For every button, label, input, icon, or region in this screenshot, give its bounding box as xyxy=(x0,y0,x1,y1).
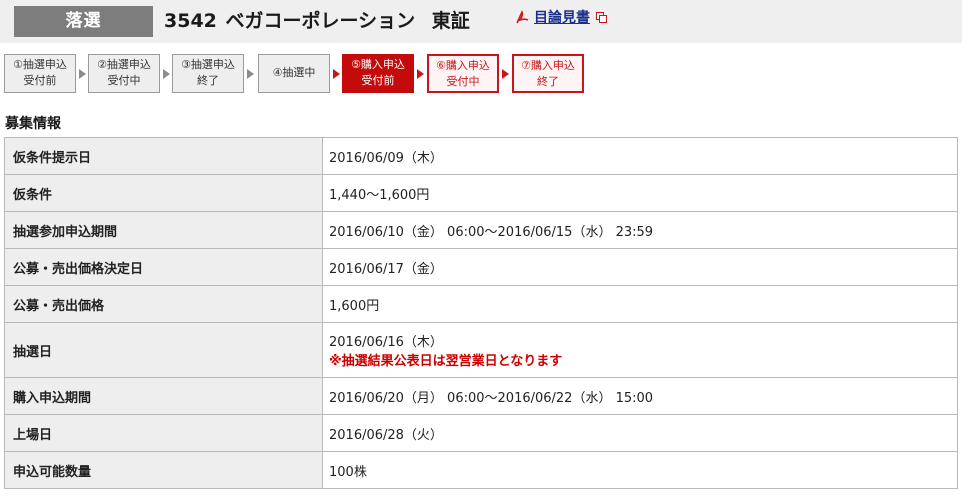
row-label: 抽選日 xyxy=(4,322,323,378)
prospectus-link[interactable]: 目論見書 xyxy=(534,7,590,27)
step-arrow-icon xyxy=(163,69,170,79)
page-title: 3542 ベガコーポレーション 東証 xyxy=(164,8,470,34)
row-label: 仮条件提示日 xyxy=(4,137,323,175)
table-row: 仮条件 1,440～1,600円 xyxy=(4,174,958,212)
table-row: 購入申込期間 2016/06/20（月） 06:00～2016/06/22（水） … xyxy=(4,377,958,415)
step-4: ④抽選中 xyxy=(258,54,330,93)
table-row: 抽選参加申込期間 2016/06/10（金） 06:00～2016/06/15（水… xyxy=(4,211,958,249)
prospectus-link-group[interactable]: 目論見書 xyxy=(515,6,607,28)
row-value: 2016/06/16（木） xyxy=(329,335,443,350)
row-value: 100株 xyxy=(329,464,367,480)
row-value-cell: 2016/06/28（火） xyxy=(322,414,958,452)
row-label: 上場日 xyxy=(4,414,323,452)
step-arrow-icon xyxy=(247,69,254,79)
row-label: 仮条件 xyxy=(4,174,323,212)
pdf-icon[interactable] xyxy=(515,9,530,25)
step-label: ⑥購入申込 xyxy=(436,59,490,72)
row-label: 抽選参加申込期間 xyxy=(4,211,323,249)
table-row: 申込可能数量 100株 xyxy=(4,451,958,489)
row-value: 2016/06/28（火） xyxy=(329,427,443,443)
row-value-cell: 100株 xyxy=(322,451,958,489)
step-arrow-icon xyxy=(333,69,340,79)
section-title: 募集情報 xyxy=(5,116,61,132)
row-value-cell: 1,440～1,600円 xyxy=(322,174,958,212)
header-bar: 落選 3542 ベガコーポレーション 東証 目論見書 xyxy=(0,0,962,43)
row-label: 公募・売出価格決定日 xyxy=(4,248,323,286)
step-label: ⑦購入申込 xyxy=(521,59,575,72)
row-value-cell: 2016/06/17（金） xyxy=(322,248,958,286)
step-label: ⑤購入申込 xyxy=(351,58,405,71)
row-label: 申込可能数量 xyxy=(4,451,323,489)
row-value: 2016/06/09（木） xyxy=(329,150,443,166)
step-5: ⑤購入申込受付前 xyxy=(342,54,414,93)
row-value-cell: 2016/06/16（木） ※抽選結果公表日は翌営業日となります xyxy=(322,322,958,378)
step-label: ②抽選申込 xyxy=(97,58,151,71)
market-name: 東証 xyxy=(431,10,470,32)
status-badge: 落選 xyxy=(14,6,153,37)
row-value-cell: 2016/06/09（木） xyxy=(322,137,958,175)
step-label: 終了 xyxy=(537,75,559,88)
step-label: 受付中 xyxy=(446,75,480,88)
step-label: ④抽選中 xyxy=(272,66,316,79)
step-label: 終了 xyxy=(197,74,219,87)
step-6: ⑥購入申込受付中 xyxy=(427,54,499,93)
table-row: 公募・売出価格 1,600円 xyxy=(4,285,958,323)
table-row: 公募・売出価格決定日 2016/06/17（金） xyxy=(4,248,958,286)
step-arrow-icon xyxy=(417,69,424,79)
step-label: ①抽選申込 xyxy=(13,58,67,71)
row-value: 2016/06/10（金） 06:00～2016/06/15（水） 23:59 xyxy=(329,224,654,240)
row-value-cell: 2016/06/20（月） 06:00～2016/06/22（水） 15:00 xyxy=(322,377,958,415)
row-value: 2016/06/17（金） xyxy=(329,261,443,277)
step-arrow-icon xyxy=(502,69,509,79)
step-3: ③抽選申込終了 xyxy=(172,54,244,93)
row-label: 購入申込期間 xyxy=(4,377,323,415)
row-note: ※抽選結果公表日は翌営業日となります xyxy=(329,354,563,369)
row-value: 1,440～1,600円 xyxy=(329,187,430,203)
company-name: ベガコーポレーション xyxy=(225,10,416,32)
step-2: ②抽選申込受付中 xyxy=(88,54,160,93)
row-value-cell: 1,600円 xyxy=(322,285,958,323)
row-label: 公募・売出価格 xyxy=(4,285,323,323)
step-label: 受付前 xyxy=(361,74,395,87)
external-window-icon[interactable] xyxy=(596,11,607,23)
row-value: 2016/06/20（月） 06:00～2016/06/22（水） 15:00 xyxy=(329,390,654,406)
step-arrow-icon xyxy=(79,69,86,79)
table-row: 上場日 2016/06/28（火） xyxy=(4,414,958,452)
step-label: ③抽選申込 xyxy=(181,58,235,71)
step-label: 受付前 xyxy=(23,74,57,87)
offering-info-table: 仮条件提示日 2016/06/09（木） 仮条件 1,440～1,600円 抽選参加申込… xyxy=(4,137,958,489)
row-value-cell: 2016/06/10（金） 06:00～2016/06/15（水） 23:59 xyxy=(322,211,958,249)
step-label: 受付中 xyxy=(107,74,141,87)
row-value: 1,600円 xyxy=(329,298,380,314)
stock-code: 3542 xyxy=(164,10,217,32)
step-7: ⑦購入申込終了 xyxy=(512,54,584,93)
table-row: 仮条件提示日 2016/06/09（木） xyxy=(4,137,958,175)
step-1: ①抽選申込受付前 xyxy=(4,54,76,93)
table-row: 抽選日 2016/06/16（木） ※抽選結果公表日は翌営業日となります xyxy=(4,322,958,378)
